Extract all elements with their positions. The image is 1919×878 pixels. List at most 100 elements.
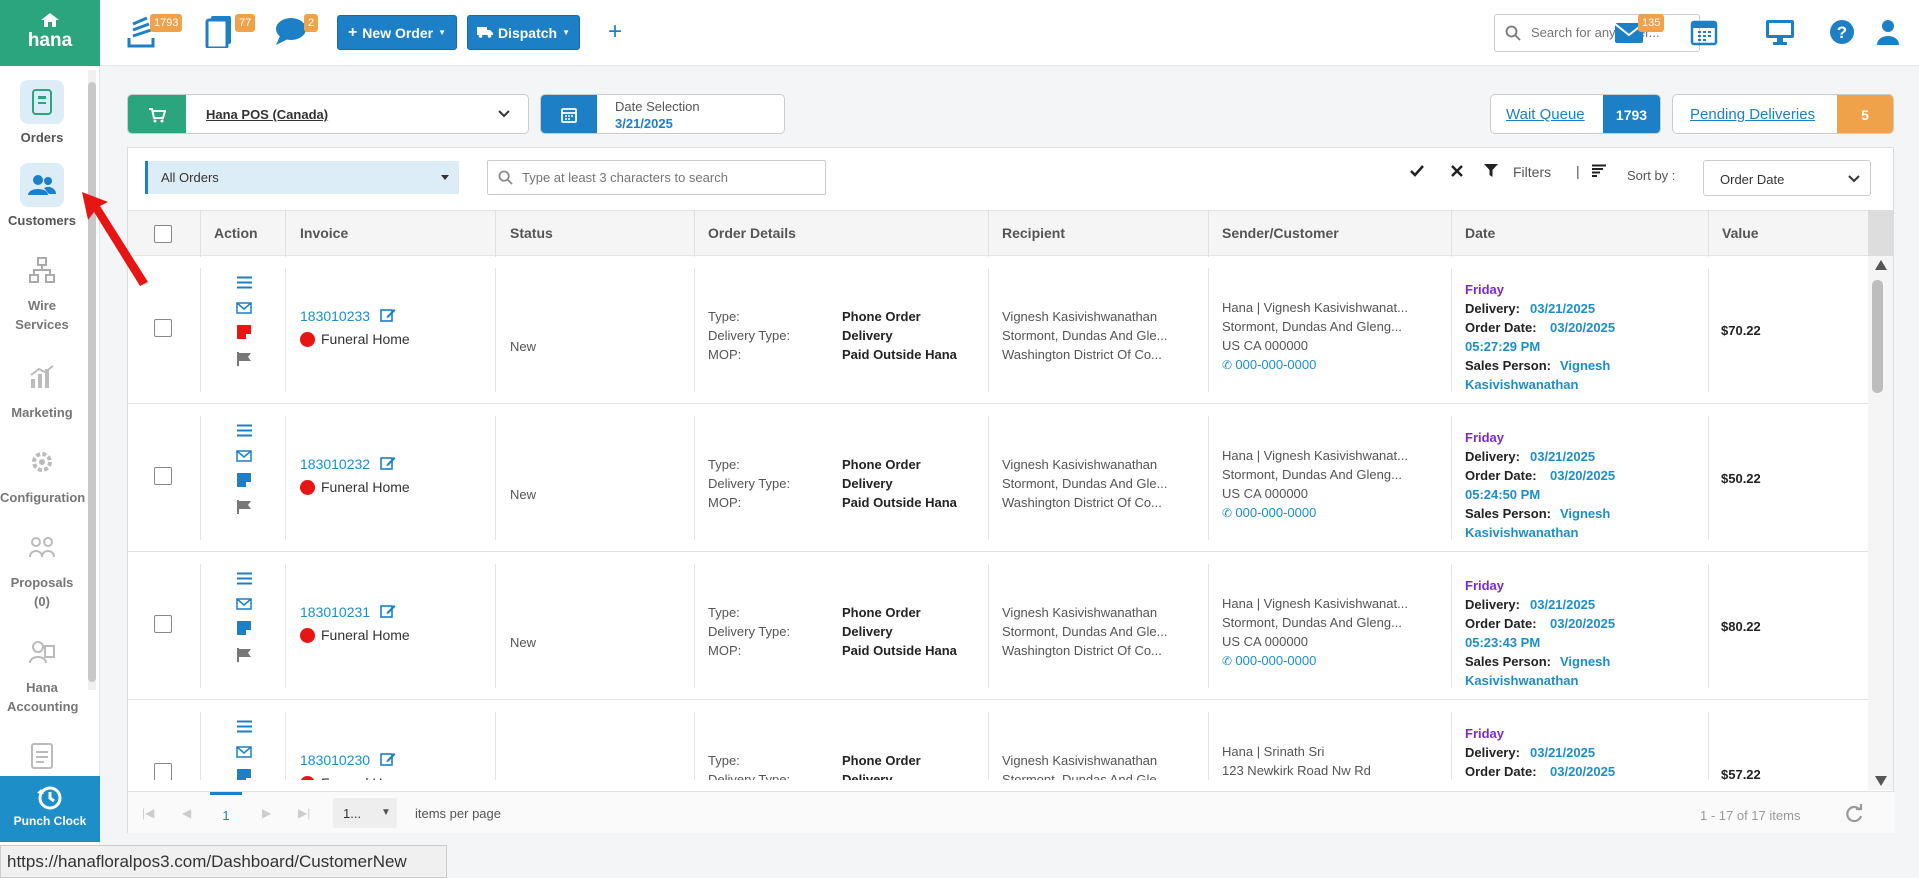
order-search-input[interactable]	[522, 170, 812, 185]
page-number[interactable]: 1	[210, 792, 242, 834]
sender-phone[interactable]: 000-000-0000	[1235, 357, 1316, 372]
delivery-key: Delivery:	[1465, 745, 1520, 760]
menu-icon[interactable]	[234, 272, 254, 292]
mail-icon[interactable]	[234, 298, 254, 318]
note-icon[interactable]	[234, 322, 254, 342]
sidebar-item-orders[interactable]: Orders	[0, 80, 84, 147]
sidebar-item-configuration[interactable]: Configuration	[0, 440, 85, 507]
row-checkbox[interactable]	[154, 763, 172, 780]
invoice-link[interactable]: 183010231	[300, 604, 370, 620]
col-value[interactable]: Value	[1722, 225, 1759, 241]
last-page-icon[interactable]: ▶|	[298, 806, 310, 820]
table-row[interactable]: 183010232 Funeral Home New Type: Phone O…	[128, 404, 1868, 552]
sender-phone[interactable]: 000-000-0000	[1235, 653, 1316, 668]
table-scrollbar-thumb[interactable]	[1872, 280, 1883, 393]
edit-icon[interactable]	[380, 455, 396, 470]
status-dot-icon	[300, 331, 315, 347]
refresh-icon[interactable]	[1844, 804, 1864, 824]
detail-value: Paid Outside Hana	[842, 347, 957, 362]
note-icon[interactable]	[234, 766, 254, 780]
row-checkbox[interactable]	[154, 467, 172, 485]
pointer-arrow-icon	[82, 192, 148, 286]
mail-icon[interactable]: 135	[1614, 14, 1665, 50]
close-icon[interactable]	[1451, 164, 1463, 180]
date-selector[interactable]: Date Selection 3/21/2025	[540, 94, 785, 134]
sidebar-item-wire-services[interactable]: Wire Services	[0, 248, 84, 334]
global-search-input[interactable]	[1531, 25, 1691, 40]
prev-page-icon[interactable]: ◀	[182, 806, 191, 820]
punch-clock-button[interactable]: Punch Clock	[0, 776, 100, 842]
note-icon[interactable]	[234, 618, 254, 638]
invoice-link[interactable]: 183010230	[300, 752, 370, 768]
col-sender-customer[interactable]: Sender/Customer	[1222, 225, 1339, 241]
sidebar-item-customers[interactable]: Customers	[0, 163, 84, 230]
sender-address: Stormont, Dundas And Gleng...	[1222, 467, 1402, 482]
first-page-icon[interactable]: |◀	[142, 806, 154, 820]
sidebar-item-proposals[interactable]: Proposals (0)	[0, 525, 84, 611]
sidebar-item-hana-accounting[interactable]: Hana Accounting	[0, 630, 84, 716]
sales-person-key: Sales Person:	[1465, 506, 1551, 521]
col-status[interactable]: Status	[510, 225, 553, 241]
edit-icon[interactable]	[380, 603, 396, 618]
separator: |	[1576, 163, 1580, 179]
col-order-details[interactable]: Order Details	[708, 225, 796, 241]
calendar-icon[interactable]	[1690, 14, 1726, 50]
order-search[interactable]	[487, 160, 826, 195]
desktop-icon[interactable]	[1765, 14, 1801, 50]
status-bar-url: https://hanafloralpos3.com/Dashboard/Cus…	[0, 845, 447, 878]
store-selector[interactable]: Hana POS (Canada)	[127, 94, 529, 134]
menu-icon[interactable]	[234, 568, 254, 588]
order-filter-dropdown[interactable]: All Orders	[145, 161, 459, 194]
detail-key: Delivery Type:	[708, 476, 791, 491]
tag-label: Funeral Home	[300, 331, 410, 347]
add-icon[interactable]: +	[608, 18, 622, 46]
chat-icon[interactable]: 2	[274, 14, 319, 50]
global-search[interactable]	[1494, 14, 1700, 52]
table-row[interactable]: 183010233 Funeral Home New Type: Phone O…	[128, 256, 1868, 404]
menu-icon[interactable]	[234, 420, 254, 440]
recipient-city: Washington District Of Co...	[1002, 347, 1162, 362]
next-page-icon[interactable]: ▶	[262, 806, 271, 820]
calendar-icon	[541, 95, 597, 133]
edit-icon[interactable]	[380, 751, 396, 766]
sidebar-item-marketing[interactable]: Marketing	[0, 355, 84, 422]
sort-dropdown[interactable]: Order Date	[1703, 160, 1871, 196]
wait-queue-button[interactable]: Wait Queue 1793	[1490, 94, 1661, 134]
hana-logo[interactable]: hana	[0, 0, 100, 66]
edit-icon[interactable]	[380, 307, 396, 322]
help-icon[interactable]: ?	[1828, 14, 1864, 50]
row-checkbox[interactable]	[154, 319, 172, 337]
col-recipient[interactable]: Recipient	[1002, 225, 1065, 241]
sidebar-scrollbar-thumb[interactable]	[88, 82, 96, 682]
sender-phone[interactable]: 000-000-0000	[1235, 505, 1316, 520]
col-date[interactable]: Date	[1465, 225, 1495, 241]
flag-icon[interactable]	[234, 349, 254, 369]
sort-icon[interactable]	[1592, 164, 1606, 180]
menu-icon[interactable]	[234, 716, 254, 736]
page-size-dropdown[interactable]: 1... ▼	[333, 798, 397, 828]
tablet-icon[interactable]: 77	[205, 14, 256, 50]
table-row[interactable]: 183010231 Funeral Home New Type: Phone O…	[128, 552, 1868, 700]
flag-icon[interactable]	[234, 497, 254, 517]
orders-stack-icon[interactable]: 1793	[126, 14, 183, 50]
scroll-up-icon[interactable]	[1875, 260, 1887, 270]
invoice-link[interactable]: 183010233	[300, 308, 370, 324]
flag-icon[interactable]	[234, 645, 254, 665]
filter-icon[interactable]	[1484, 164, 1498, 180]
scroll-down-icon[interactable]	[1875, 776, 1887, 786]
new-order-button[interactable]: + New Order ▼	[337, 15, 457, 50]
pending-deliveries-button[interactable]: Pending Deliveries 5	[1672, 94, 1894, 134]
mail-icon[interactable]	[234, 446, 254, 466]
table-row[interactable]: 183010230 Funeral Home New Type: Phone O…	[128, 700, 1868, 780]
note-icon[interactable]	[234, 470, 254, 490]
recipient-address: Stormont, Dundas And Gle...	[1002, 328, 1168, 343]
dispatch-button[interactable]: Dispatch ▼	[467, 15, 580, 50]
user-icon[interactable]	[1876, 14, 1912, 50]
invoice-link[interactable]: 183010232	[300, 456, 370, 472]
check-icon[interactable]	[1410, 164, 1424, 180]
mail-icon[interactable]	[234, 594, 254, 614]
mail-icon[interactable]	[234, 742, 254, 762]
filters-label[interactable]: Filters	[1513, 164, 1551, 180]
row-checkbox[interactable]	[154, 615, 172, 633]
col-invoice[interactable]: Invoice	[300, 225, 348, 241]
